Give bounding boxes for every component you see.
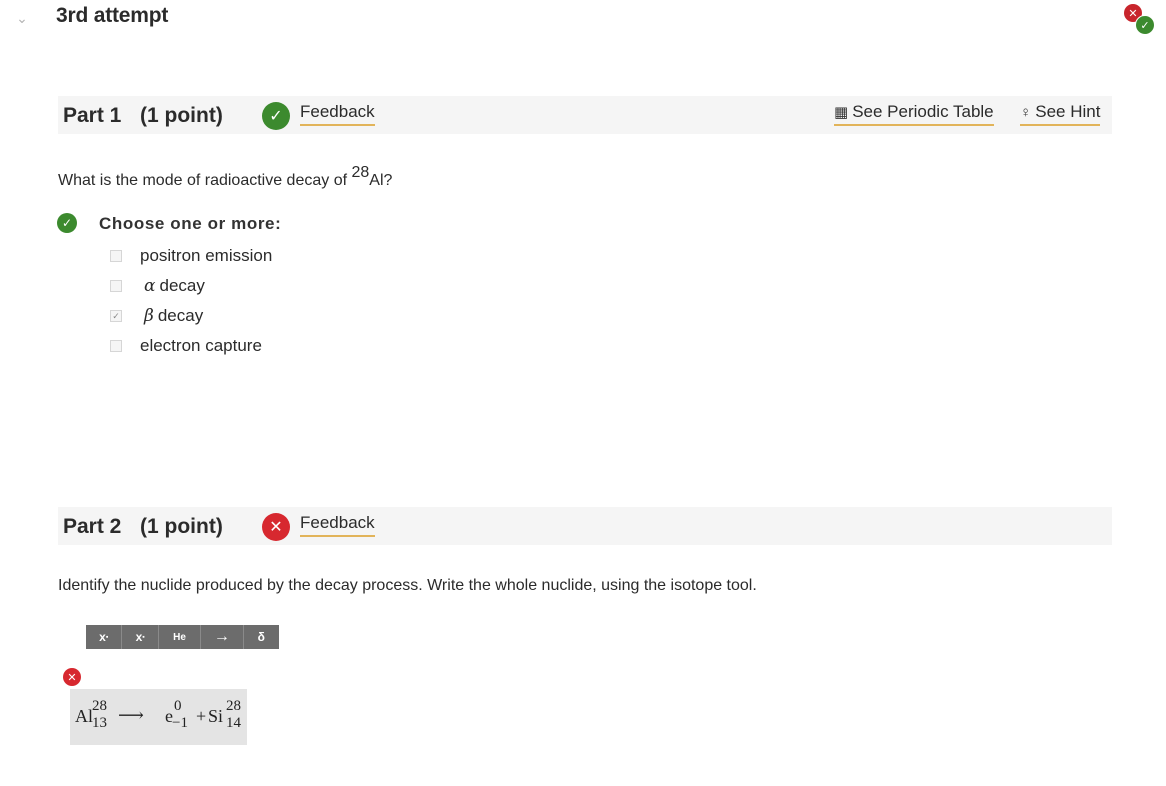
part-1-title: Part 1 [63, 104, 122, 127]
part-2-question: Identify the nuclide produced by the dec… [58, 577, 757, 594]
answer-incorrect-x-icon: ✕ [63, 668, 81, 686]
part-1-header: Part 1 (1 point) ✓ Feedback ▦ See Period… [58, 96, 1112, 134]
part-2-title: Part 2 [63, 515, 122, 538]
option-label: positron emission [140, 246, 273, 265]
collapse-chevron-icon[interactable]: ⌄ [12, 8, 32, 28]
product-2-mass: 28 [226, 698, 241, 714]
attempt-status: ✕ ✓ [1124, 4, 1158, 35]
reactant-symbol: Al [75, 706, 93, 726]
checkbox-checked[interactable]: ✓ [110, 310, 122, 322]
isotope-button[interactable]: He [159, 625, 202, 649]
option-label: decay [159, 276, 205, 295]
option-positron-emission[interactable]: positron emission [110, 245, 272, 267]
see-hint-label: See Hint [1035, 102, 1101, 121]
choose-correct-check-icon: ✓ [57, 213, 77, 233]
part-1-question: What is the mode of radioactive decay of… [58, 164, 392, 190]
option-beta-decay[interactable]: ✓ β decay [110, 305, 203, 327]
lightbulb-icon: ♀ [1020, 103, 1032, 121]
see-periodic-table-link[interactable]: ▦ See Periodic Table [834, 102, 994, 126]
see-hint-link[interactable]: ♀ See Hint [1020, 102, 1101, 126]
reaction-arrow: ⟶ [118, 705, 144, 725]
reactant-atomic-number: 13 [92, 715, 107, 731]
plus-sign: + [196, 706, 207, 726]
part-1-feedback-link[interactable]: Feedback [300, 102, 375, 126]
product-1-atomic-number: −1 [172, 715, 188, 731]
alpha-symbol: α [144, 276, 156, 296]
part-2-header: Part 2 (1 point) ✕ Feedback [58, 507, 1112, 545]
beta-symbol: β [144, 306, 154, 326]
incorrect-x-icon: ✕ [262, 513, 290, 541]
subscript-button[interactable]: x ▪ [122, 625, 159, 649]
reaction-arrow-button[interactable]: → [201, 625, 244, 649]
product-1-mass: 0 [174, 698, 182, 714]
attempt-title: 3rd attempt [56, 4, 169, 27]
mass-number: 28 [351, 164, 370, 181]
checkbox[interactable] [110, 340, 122, 352]
checkbox[interactable] [110, 250, 122, 262]
part-1-points: (1 point) [140, 104, 223, 127]
see-periodic-table-label: See Periodic Table [852, 102, 994, 121]
isotope-toolbar: x ▪ x ▪ He → δ [86, 625, 279, 649]
option-electron-capture[interactable]: electron capture [110, 335, 262, 357]
option-label: electron capture [140, 336, 262, 355]
check-icon: ✓ [1135, 15, 1155, 35]
option-alpha-decay[interactable]: α decay [110, 275, 205, 297]
product-2-atomic-number: 14 [226, 715, 241, 731]
part-2-feedback-link[interactable]: Feedback [300, 513, 375, 537]
element-symbol: Al? [369, 172, 393, 189]
superscript-button[interactable]: x ▪ [86, 625, 123, 649]
checkbox[interactable] [110, 280, 122, 292]
part-2-points: (1 point) [140, 515, 223, 538]
periodic-table-icon: ▦ [834, 104, 849, 121]
delta-button[interactable]: δ [244, 625, 279, 649]
answer-input-box[interactable]: Al 28 13 ⟶ e 0 −1 + Si 28 14 [70, 689, 247, 745]
option-label: decay [157, 306, 204, 325]
choose-label: Choose one or more: [99, 214, 282, 233]
reactant-mass: 28 [92, 698, 107, 714]
product-2-symbol: Si [208, 706, 224, 726]
correct-check-icon: ✓ [262, 102, 290, 130]
question-text: What is the mode of radioactive decay of [58, 172, 352, 189]
